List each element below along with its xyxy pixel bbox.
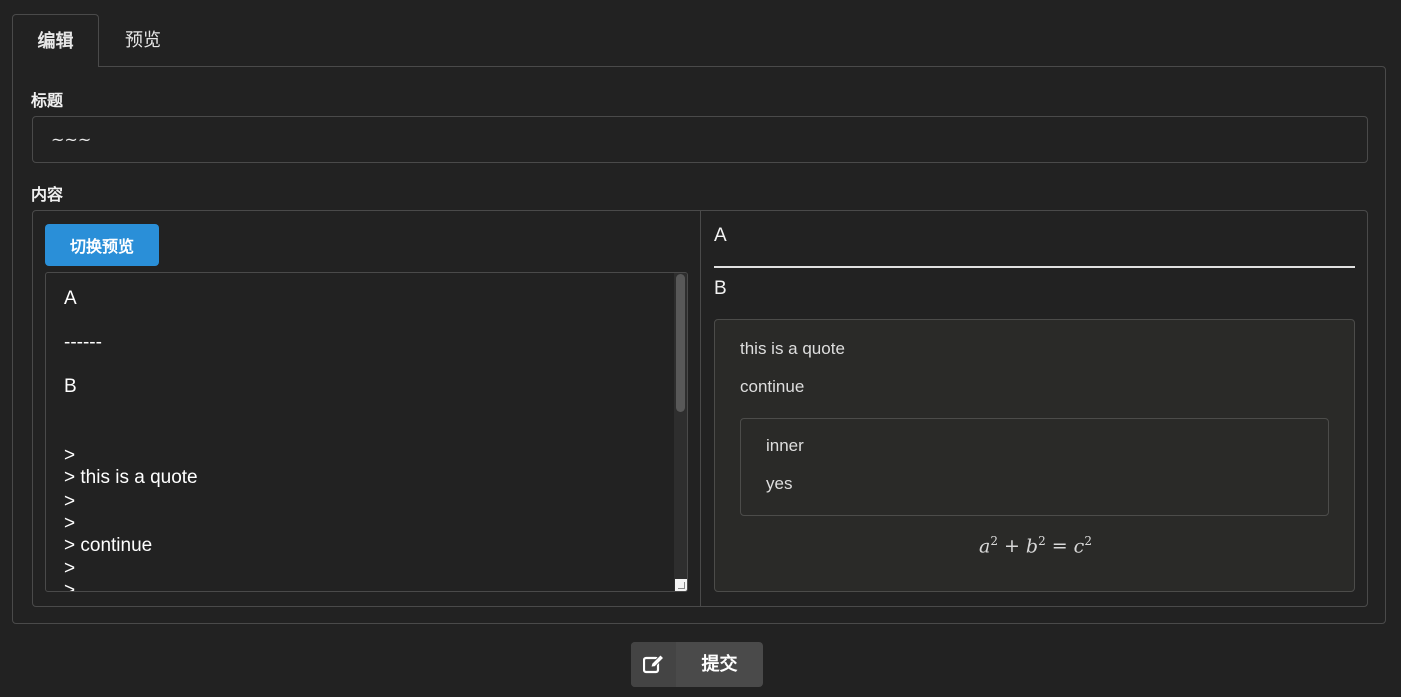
textarea-scrollbar[interactable] — [674, 273, 687, 591]
content-label: 内容 — [31, 185, 64, 204]
nested-quote-line: yes — [766, 474, 793, 493]
submit-button[interactable]: 提交 — [631, 642, 763, 687]
edit-icon — [631, 642, 676, 687]
toggle-preview-button[interactable]: 切换预览 — [45, 224, 159, 266]
edit-panel: 标题 内容 切换预览 A------B>> this is a quote>>>… — [12, 66, 1386, 624]
textarea-line: > continue — [64, 535, 153, 556]
textarea-line: A — [64, 288, 77, 309]
textarea-line: > — [64, 580, 76, 592]
markdown-preview: A B this is a quote continue inner yes a… — [714, 211, 1355, 606]
nested-quote-line: inner — [766, 436, 804, 455]
quote-line: this is a quote — [740, 339, 845, 358]
nested-blockquote: inner yes — [740, 418, 1329, 516]
textarea-line: > — [64, 558, 76, 579]
submit-label: 提交 — [701, 654, 738, 675]
markdown-textarea[interactable]: A ------ B > > this is a quote > > > continue > > — [45, 272, 688, 592]
textarea-line: ------ — [64, 332, 102, 353]
tab-edit[interactable]: 编辑 — [12, 14, 99, 67]
textarea-line: > — [64, 491, 76, 512]
title-label: 标题 — [31, 91, 64, 110]
textarea-line: > — [64, 445, 76, 466]
tab-preview[interactable]: 预览 — [112, 14, 174, 67]
math-formula: a2 + b2 = c2 — [979, 534, 1092, 558]
preview-heading-a: A — [714, 225, 727, 246]
preview-heading-b: B — [714, 278, 727, 299]
textarea-line: > this is a quote — [64, 467, 198, 488]
textarea-line: B — [64, 376, 77, 397]
resize-handle-icon[interactable] — [675, 579, 687, 591]
preview-horizontal-rule — [714, 266, 1355, 268]
split-divider — [700, 211, 701, 606]
quote-line: continue — [740, 377, 805, 396]
content-editor: 切换预览 A ------ B > > this is a quote > > > conti… — [32, 210, 1368, 607]
title-input[interactable] — [32, 116, 1368, 163]
textarea-line: > — [64, 513, 76, 534]
tab-bar: 编辑 预览 — [12, 14, 1386, 67]
scrollbar-thumb[interactable] — [676, 274, 685, 412]
preview-blockquote: this is a quote continue inner yes a2 + b2… — [714, 319, 1355, 592]
